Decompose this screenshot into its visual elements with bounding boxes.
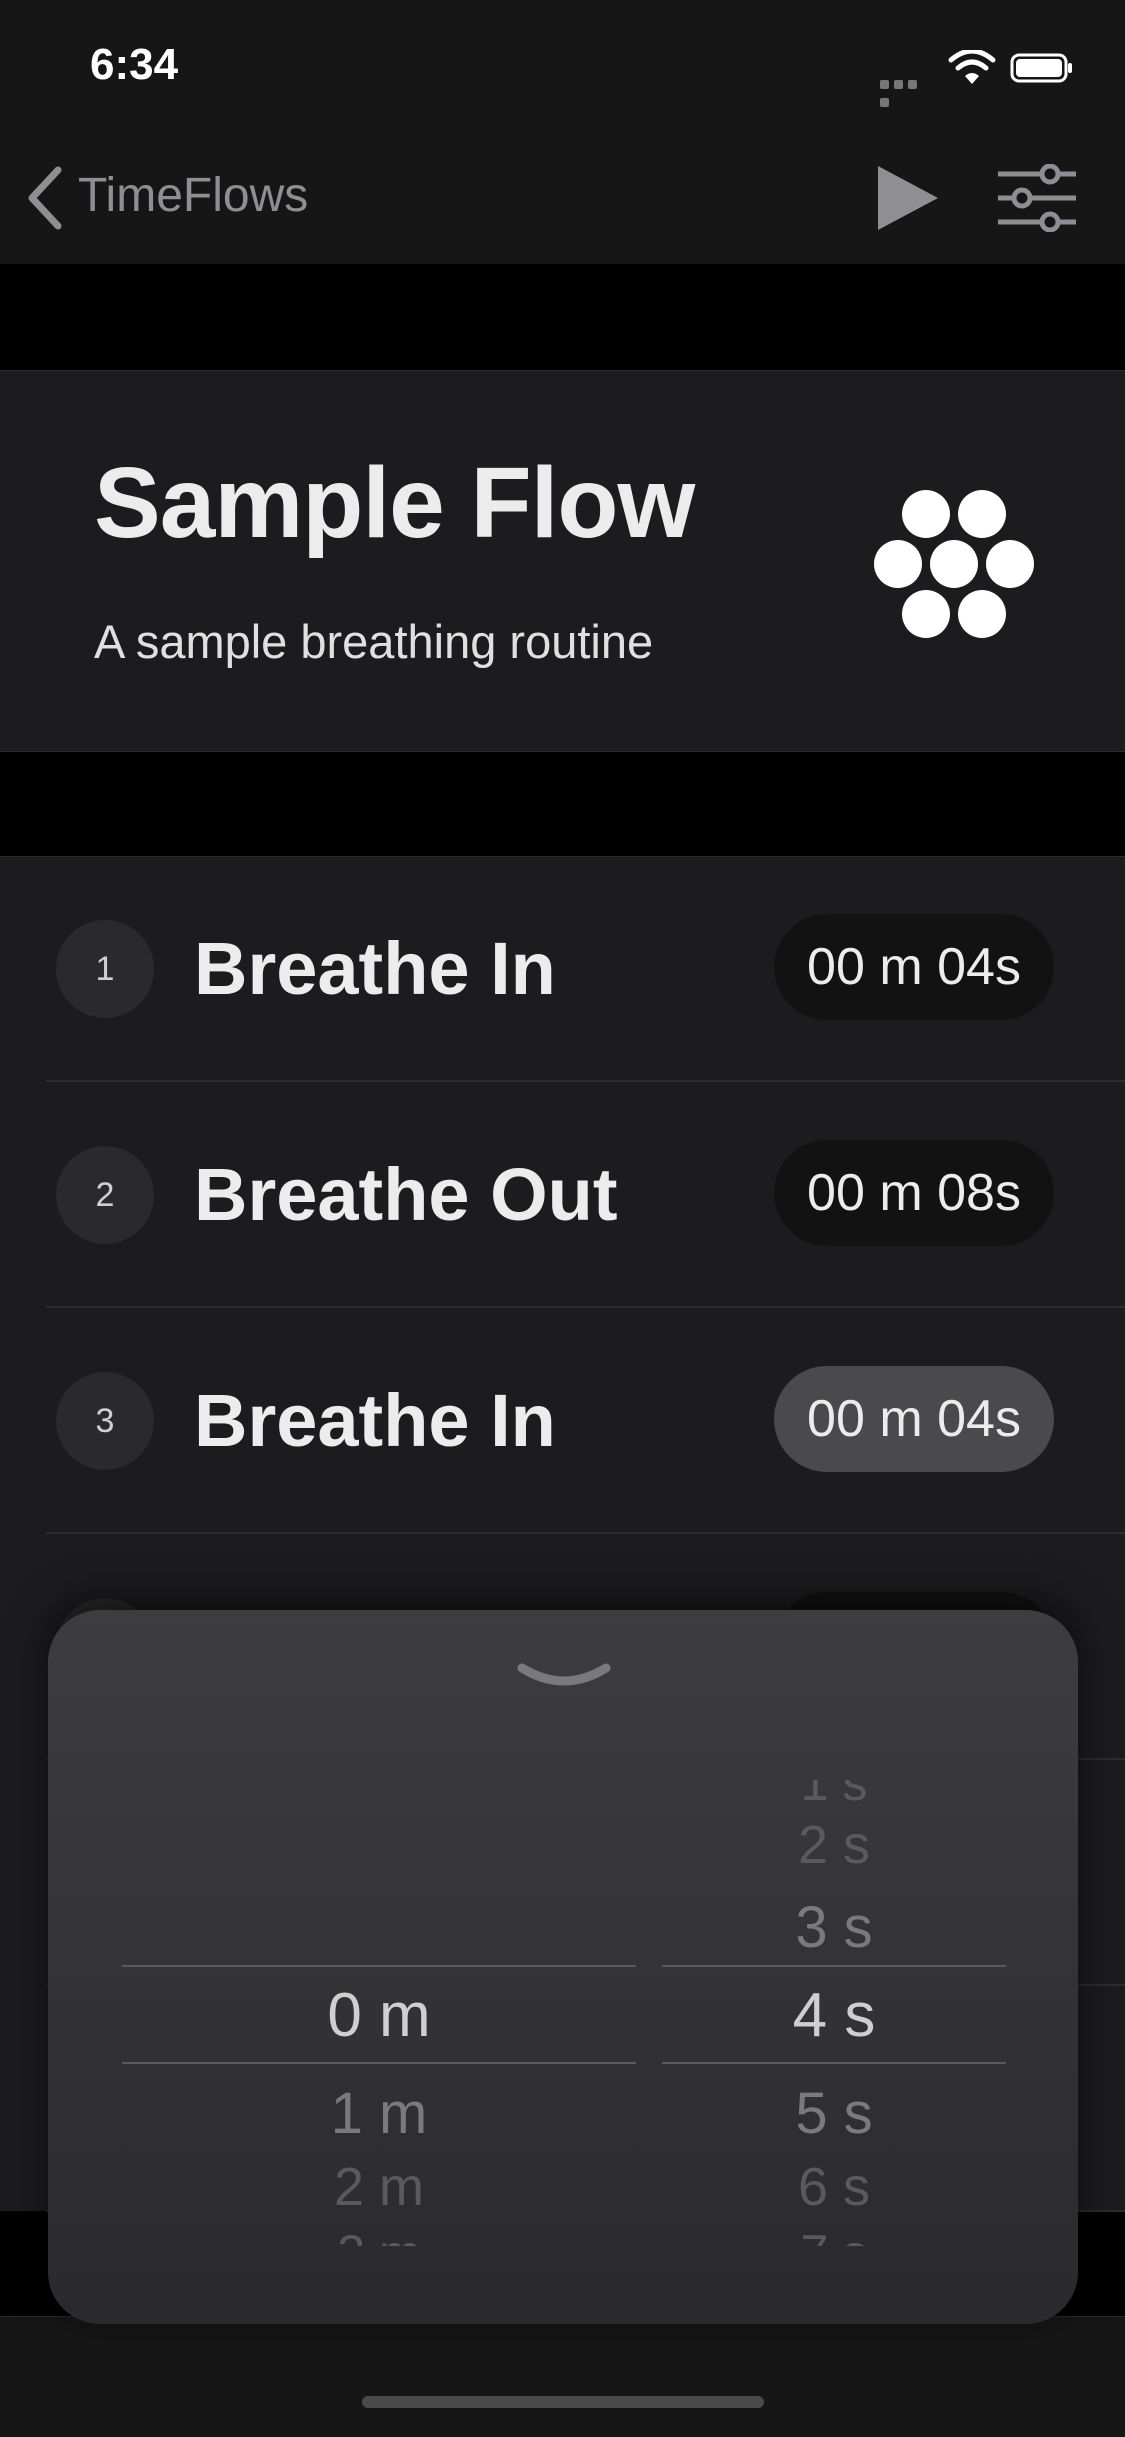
step-number: 3	[56, 1372, 154, 1470]
settings-sliders-icon[interactable]	[996, 164, 1078, 232]
back-chevron-icon[interactable]	[24, 164, 66, 232]
cellular-signal-icon	[880, 76, 934, 107]
status-time: 6:34	[90, 40, 179, 89]
chevron-down-icon[interactable]	[514, 1658, 614, 1698]
flow-subtitle: A sample breathing routine	[94, 615, 654, 668]
picker-option[interactable]: 2 m	[122, 2156, 636, 2218]
wifi-icon	[948, 50, 996, 84]
step-label: Breathe In	[194, 927, 556, 1010]
play-icon[interactable]	[872, 160, 944, 236]
picker-selection-line	[122, 1965, 636, 1967]
picker-option[interactable]: 5 s	[662, 2080, 1006, 2147]
picker-selection-line	[662, 1965, 1006, 1967]
picker-option[interactable]: 1 m	[122, 2080, 636, 2147]
step-duration-button[interactable]: 00 m 04s	[774, 1366, 1054, 1472]
picker-option[interactable]: 1 s	[662, 1780, 1006, 1802]
picker-option[interactable]: 3 s	[662, 1894, 1006, 1961]
back-button[interactable]: TimeFlows	[78, 168, 308, 223]
flow-title: Sample Flow	[94, 447, 695, 559]
step-label: Breathe Out	[194, 1153, 618, 1236]
step-number: 1	[56, 920, 154, 1018]
picker-option[interactable]: 2 s	[662, 1814, 1006, 1876]
bottom-bar	[0, 2316, 1125, 2437]
step-row[interactable]: 2 Breathe Out 00 m 08s	[0, 1082, 1125, 1308]
step-row[interactable]: 1 Breathe In 00 m 04s	[0, 856, 1125, 1082]
step-duration-button[interactable]: 00 m 04s	[774, 914, 1054, 1020]
picker-selection-line	[662, 2062, 1006, 2064]
picker-option[interactable]: 3 m	[122, 2224, 636, 2246]
step-row[interactable]: 3 Breathe In 00 m 04s	[0, 1308, 1125, 1534]
picker-option[interactable]: 7 s	[662, 2224, 1006, 2246]
step-duration-button[interactable]: 00 m 08s	[774, 1140, 1054, 1246]
picker-selection-line	[122, 2062, 636, 2064]
duration-picker-sheet: 0 m 1 m 2 m 3 m 1 s 2 s 3 s 4 s 5 s 6 s …	[48, 1610, 1078, 2324]
flow-dots-icon[interactable]	[870, 488, 1040, 638]
picker-option[interactable]: 6 s	[662, 2156, 1006, 2218]
home-indicator[interactable]	[362, 2396, 764, 2408]
battery-icon	[1010, 53, 1072, 83]
picker-option[interactable]: 4 s	[662, 1980, 1006, 2051]
step-label: Breathe In	[194, 1379, 556, 1462]
picker-option[interactable]: 0 m	[122, 1980, 636, 2051]
step-number: 2	[56, 1146, 154, 1244]
